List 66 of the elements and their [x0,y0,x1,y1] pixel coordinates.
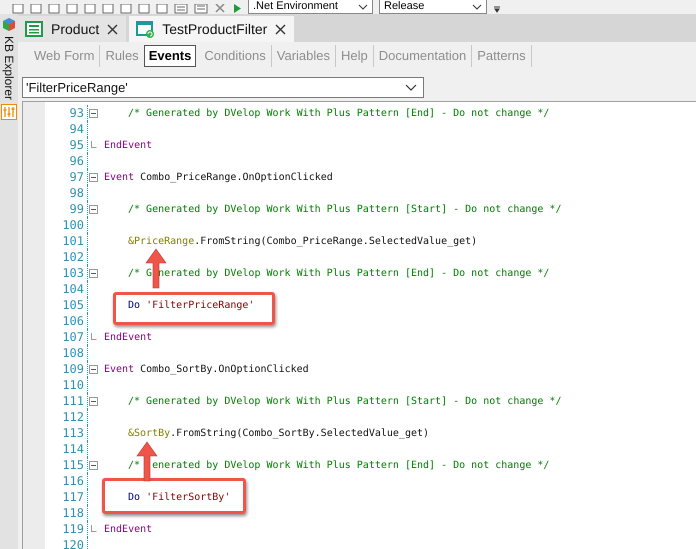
code-line: /* enerated by DVelop Work With Plus Pattern [End] - Do not change */ [127,460,550,470]
line-number: 109 [61,362,84,376]
panel-icon [136,20,154,38]
environment-dropdown[interactable]: .Net Environment [248,0,373,14]
chevron-down-icon [358,2,368,10]
code-line: EndEvent [103,332,152,342]
line-number: 112 [61,410,84,424]
line-number: 93 [68,106,84,120]
line-number: 118 [61,506,84,520]
cube-icon[interactable] [1,17,17,32]
line-number: 99 [68,202,84,216]
code-line: &SortBy.FromString(Combo_SortBy.SelectedValue_get) [127,428,430,438]
code-line: &PriceRange.FromString(Combo_PriceRange.SelectedValue_get) [127,236,478,246]
line-number: 101 [61,234,84,248]
collapse-icon[interactable] [89,460,98,470]
line-number: 108 [61,346,84,360]
line-number: 116 [61,474,84,488]
code-line: Event Combo_SortBy.OnOptionClicked [103,364,309,374]
line-number: 97 [68,170,84,184]
code-line: Do 'FilterPriceRange' [127,300,254,310]
code-line: EndEvent [103,524,152,534]
collapse-icon[interactable] [89,364,98,374]
part-tab[interactable]: Events [144,45,196,67]
code-line: /* Generated by DVelop Work With Plus Pattern [Start] - Do not change */ [127,396,562,406]
line-number: 98 [68,186,84,200]
code-line: EndEvent [103,140,152,150]
collapse-icon[interactable] [89,268,98,278]
line-number: 94 [68,122,84,136]
code-line: Event Combo_PriceRange.OnOptionClicked [103,172,333,182]
code-line: Do 'FilterSortBy' [127,492,230,502]
line-number: 107 [61,330,84,344]
line-number: 104 [61,282,84,296]
line-number: 120 [61,538,84,549]
line-number: 105 [61,298,84,312]
form-icon [25,20,43,38]
line-number: 115 [61,458,84,472]
collapse-icon[interactable] [89,204,98,214]
code-line: /* Generated by DVelop Work With Plus Pattern [End] - Do not change */ [127,108,550,118]
line-number: 95 [68,138,84,152]
document-tab[interactable]: Product [18,16,126,42]
line-number: 114 [61,442,84,456]
kb-explorer-tab[interactable]: KB Explorer [1,36,17,100]
line-number: 102 [61,250,84,264]
collapse-icon[interactable] [89,396,98,406]
code-line: /* Generated by DVelop Work With Plus Pattern [Start] - Do not change */ [127,204,562,214]
line-number: 119 [61,522,84,536]
code-line: /* G nerated by DVelop Work With Plus Pattern [End] - Do not change */ [127,268,550,278]
line-number: 96 [68,154,84,168]
event-dropdown[interactable]: 'FilterPriceRange' [22,77,424,98]
chevron-down-icon [405,84,417,91]
configuration-dropdown[interactable]: Release [379,0,487,14]
sliders-icon[interactable] [1,104,17,120]
line-number: 110 [61,378,84,392]
overflow-icon[interactable] [493,4,501,14]
document-tab[interactable]: TestProductFilter [129,16,294,42]
line-number: 103 [61,266,84,280]
line-number: 106 [61,314,84,328]
close-icon[interactable] [275,24,286,34]
collapse-icon[interactable] [89,108,98,118]
close-icon[interactable] [107,24,118,34]
line-number: 111 [61,394,84,408]
line-number: 117 [61,490,84,504]
chevron-down-icon [472,2,482,10]
collapse-icon[interactable] [89,172,98,182]
line-number: 100 [61,218,84,232]
line-number: 113 [61,426,84,440]
